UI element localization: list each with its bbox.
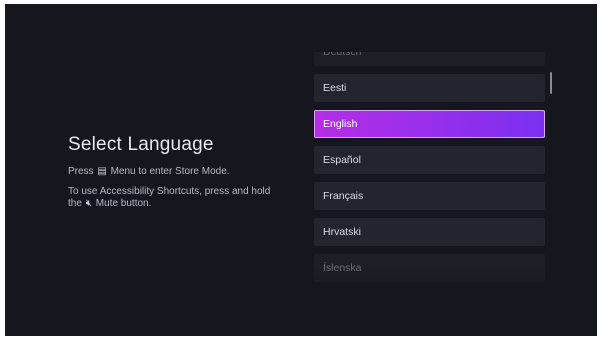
language-option-francais[interactable]: Français — [314, 182, 545, 210]
store-hint-suffix: Menu to enter Store Mode. — [110, 166, 230, 177]
store-mode-hint: Press ▤ Menu to enter Store Mode. — [68, 166, 298, 178]
page-title: Select Language — [68, 134, 214, 155]
language-option-espanol[interactable]: Español — [314, 146, 545, 174]
language-list[interactable]: Deutsch Eesti English Español Français H… — [314, 52, 547, 292]
language-option-deutsch[interactable]: Deutsch — [314, 52, 545, 66]
accessibility-hint-prefix: the — [68, 198, 82, 209]
tv-screen: Select Language Press ▤ Menu to enter St… — [5, 4, 597, 336]
language-option-eesti[interactable]: Eesti — [314, 74, 545, 102]
mute-icon: 🔇︎ — [85, 198, 92, 209]
language-list-scrollbar[interactable] — [550, 72, 552, 94]
language-option-islenska[interactable]: Íslenska — [314, 254, 545, 282]
language-option-english[interactable]: English — [314, 110, 545, 138]
accessibility-hint-line1: To use Accessibility Shortcuts, press an… — [68, 186, 271, 197]
store-hint-prefix: Press — [68, 166, 94, 177]
language-option-hrvatski[interactable]: Hrvatski — [314, 218, 545, 246]
language-intro-panel: Select Language Press ▤ Menu to enter St… — [68, 134, 298, 218]
menu-icon: ▤ — [97, 166, 107, 177]
accessibility-hint: To use Accessibility Shortcuts, press an… — [68, 186, 298, 210]
accessibility-hint-suffix: Mute button. — [95, 198, 152, 209]
